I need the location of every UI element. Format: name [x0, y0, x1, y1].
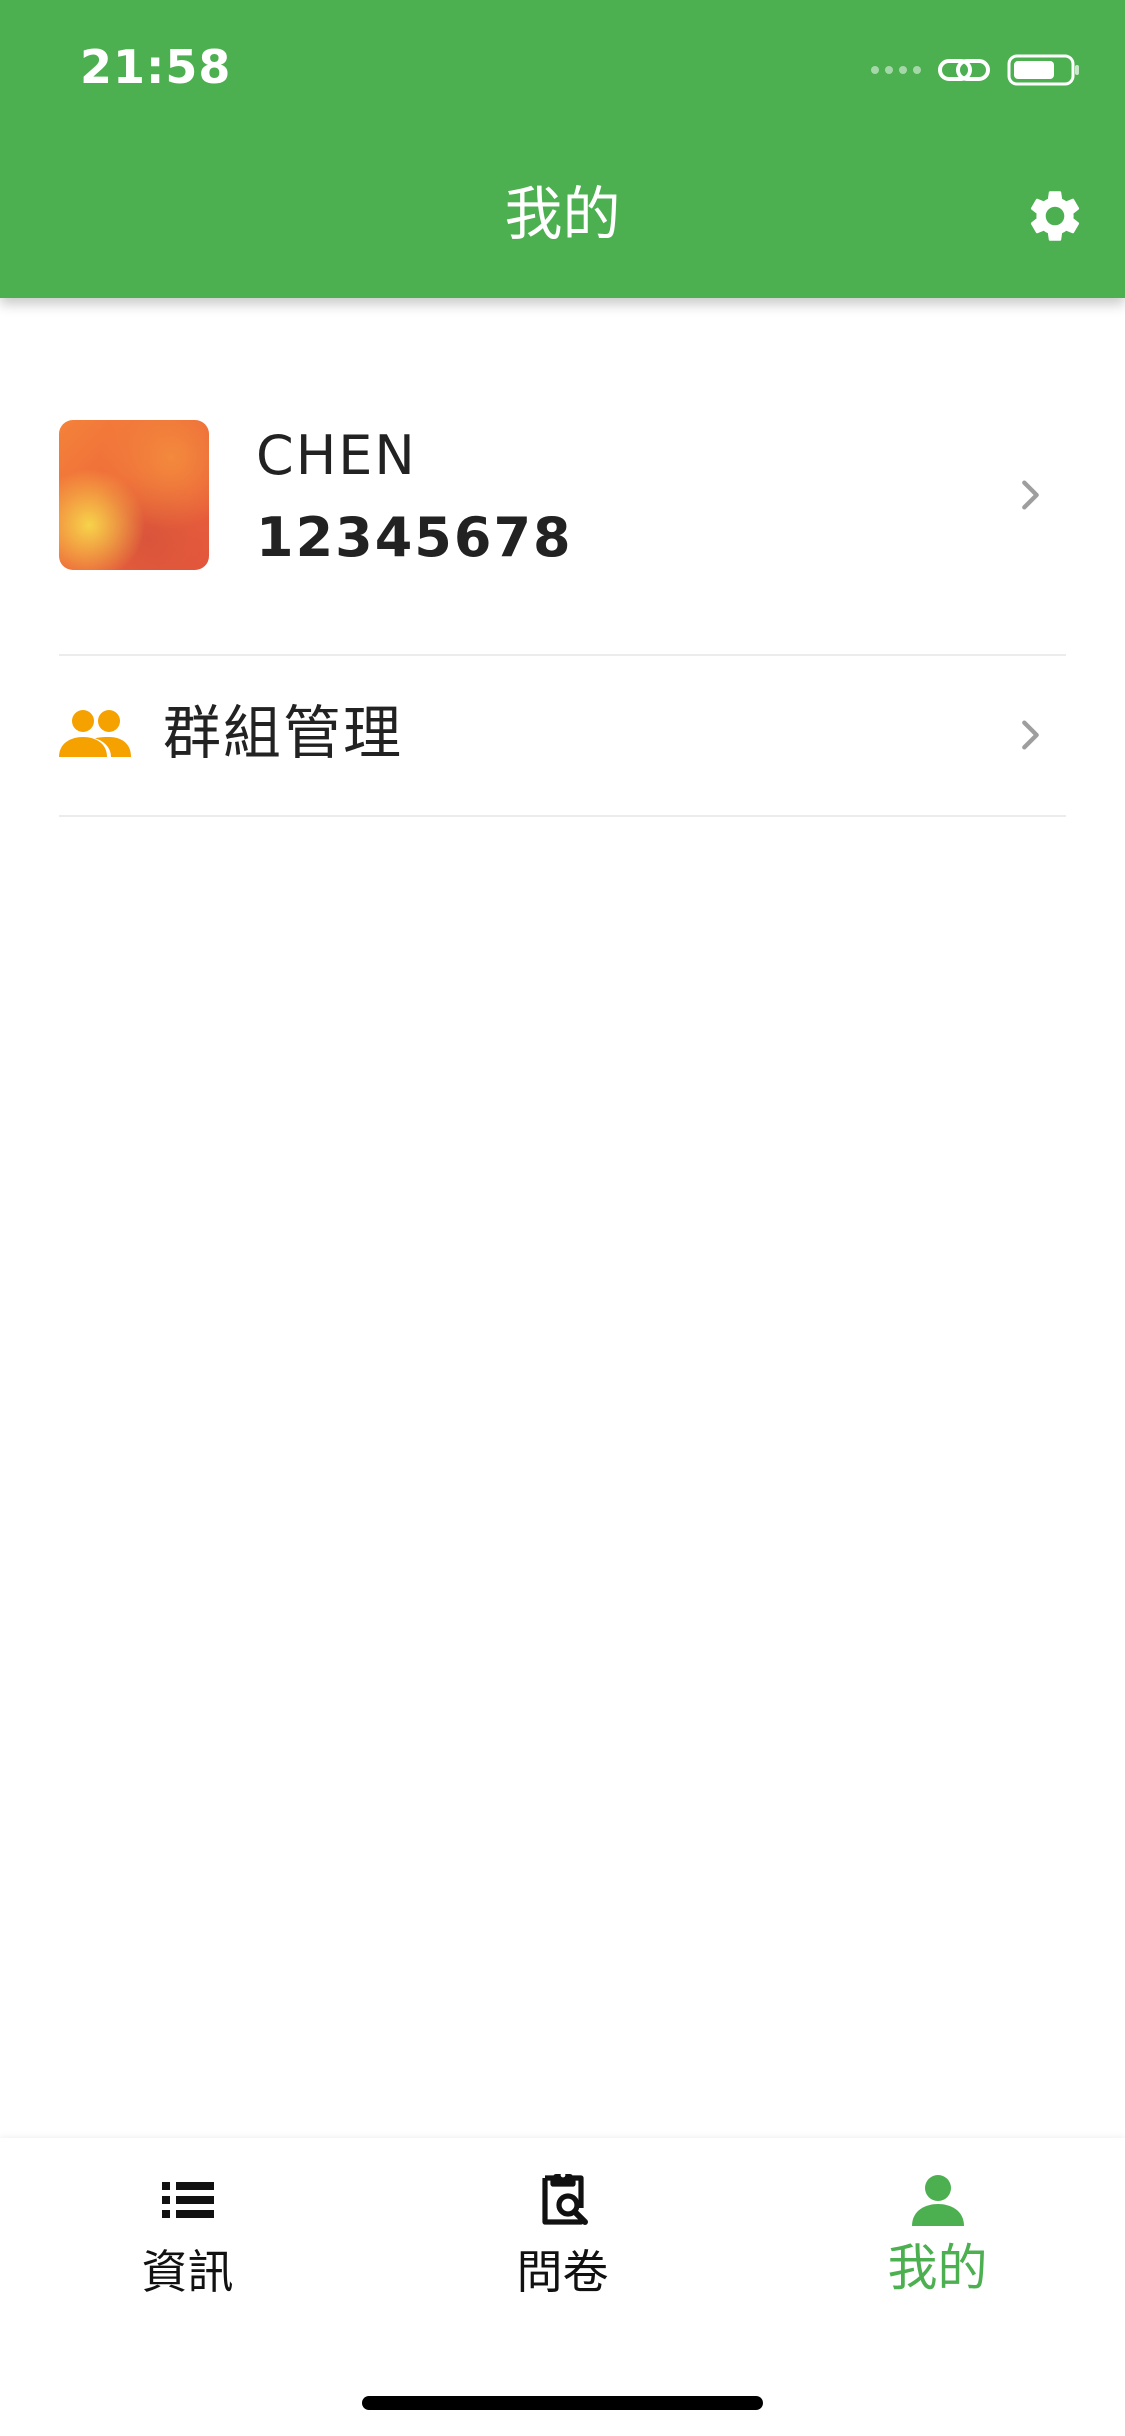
- list-icon: [161, 2182, 214, 2218]
- chevron-right-icon: [1022, 720, 1039, 750]
- profile-name: CHEN: [256, 424, 417, 487]
- tab-label: 我的: [887, 2239, 988, 2297]
- tab-label: 問卷: [516, 2245, 609, 2299]
- person-icon: [911, 2175, 964, 2226]
- page-title: 我的: [504, 180, 621, 248]
- app-header: 21:58 我的: [0, 0, 1125, 298]
- home-indicator: [362, 2396, 763, 2410]
- gear-icon: [1030, 191, 1080, 241]
- profile-row[interactable]: CHEN 12345678: [59, 400, 1066, 654]
- tab-mine[interactable]: 我的: [750, 2138, 1125, 2318]
- profile-screen: 21:58 我的 CHEN 12345678 群組管理 資訊 問卷 我的: [0, 0, 1125, 2436]
- tab-survey[interactable]: 問卷: [375, 2138, 750, 2318]
- bottom-tab-bar: 資訊 問卷 我的: [0, 2138, 1125, 2436]
- signal-icon: [871, 66, 921, 74]
- status-icons: [871, 50, 1081, 90]
- tab-label: 資訊: [141, 2245, 234, 2299]
- group-icon: [59, 710, 131, 757]
- divider: [59, 815, 1066, 817]
- tab-info[interactable]: 資訊: [0, 2138, 375, 2318]
- menu-item-group-management[interactable]: 群組管理: [59, 655, 1066, 815]
- battery-icon: [1007, 54, 1079, 86]
- settings-button[interactable]: [1021, 182, 1089, 250]
- link-icon: [938, 59, 990, 81]
- menu-item-label: 群組管理: [163, 699, 404, 767]
- avatar: [59, 420, 209, 570]
- chevron-right-icon: [1022, 480, 1039, 510]
- profile-id: 12345678: [256, 506, 573, 569]
- clipboard-search-icon: [541, 2172, 588, 2225]
- status-time: 21:58: [80, 40, 232, 94]
